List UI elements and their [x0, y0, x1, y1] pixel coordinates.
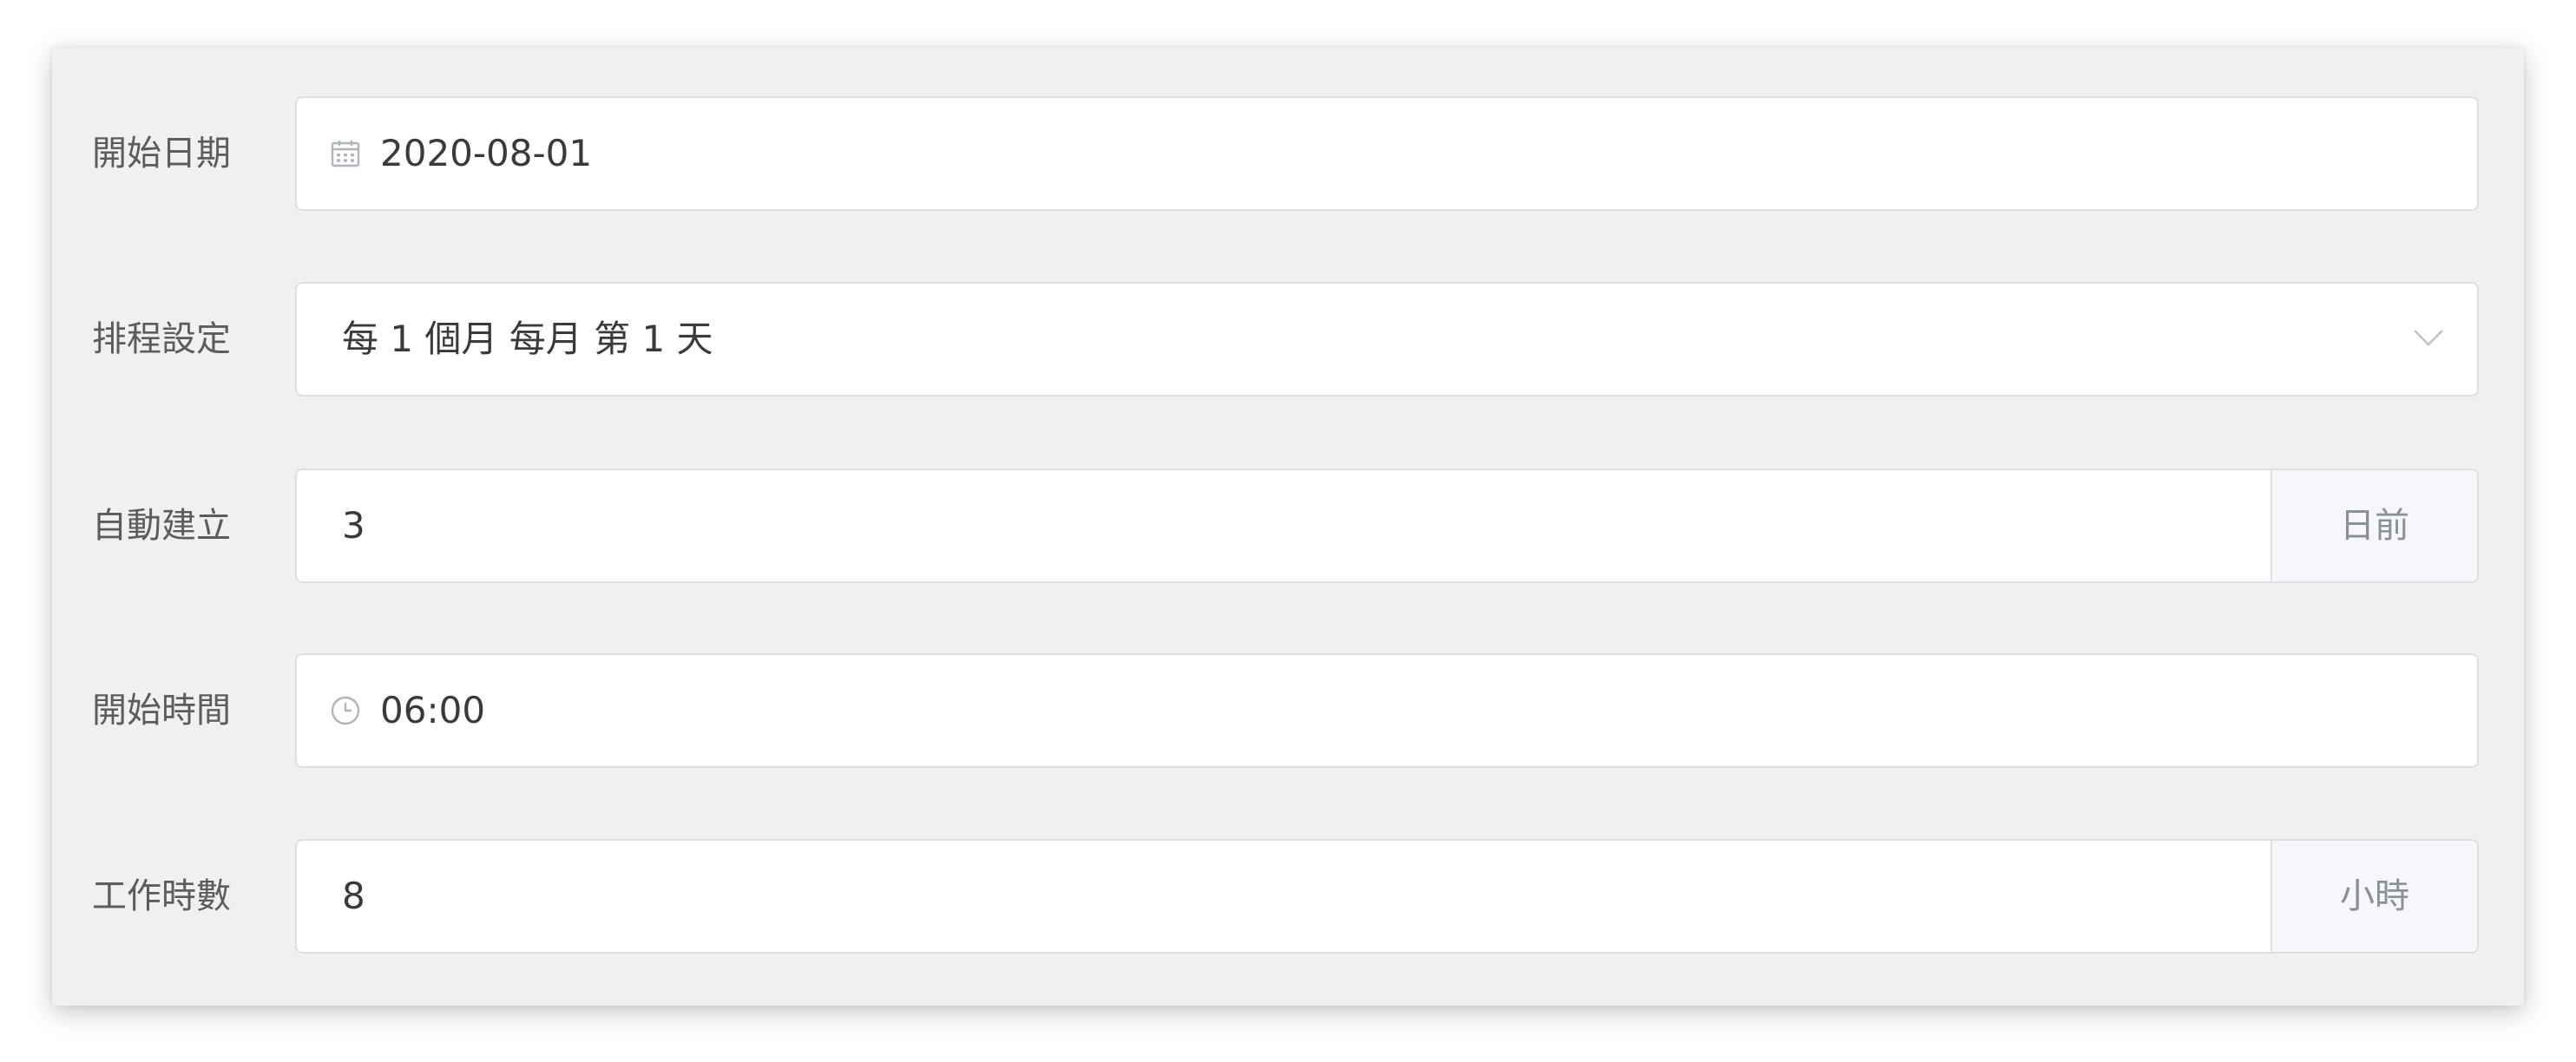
schedule-value: 每 1 個月 每月 第 1 天: [342, 318, 713, 360]
work-hours-unit: 小時: [2270, 841, 2477, 952]
start-time-picker[interactable]: 06:00: [295, 653, 2479, 768]
schedule-form-panel: 開始日期 2020-08-01 排程設定 每 1 個月 每月 第 1 天 自動建…: [52, 48, 2524, 1006]
auto-create-row: 自動建立 3 日前: [52, 469, 2524, 583]
schedule-select[interactable]: 每 1 個月 每月 第 1 天: [295, 282, 2479, 397]
auto-create-input[interactable]: 3 日前: [295, 469, 2479, 583]
schedule-label: 排程設定: [92, 319, 231, 359]
start-date-row: 開始日期 2020-08-01: [52, 96, 2524, 211]
start-time-row: 開始時間 06:00: [52, 653, 2524, 768]
clock-icon: [331, 696, 360, 725]
auto-create-value: 3: [342, 504, 365, 547]
auto-create-unit: 日前: [2270, 470, 2477, 581]
start-date-picker[interactable]: 2020-08-01: [295, 96, 2479, 211]
start-date-label: 開始日期: [92, 134, 231, 174]
calendar-icon: [331, 141, 360, 167]
work-hours-value: 8: [342, 875, 365, 917]
work-hours-label: 工作時數: [92, 876, 231, 916]
work-hours-row: 工作時數 8 小時: [52, 839, 2524, 954]
auto-create-label: 自動建立: [92, 506, 231, 546]
start-time-label: 開始時間: [92, 691, 231, 731]
start-date-value: 2020-08-01: [380, 132, 593, 174]
chevron-down-icon: [2414, 330, 2443, 346]
work-hours-input[interactable]: 8 小時: [295, 839, 2479, 954]
schedule-row: 排程設定 每 1 個月 每月 第 1 天: [52, 282, 2524, 397]
start-time-value: 06:00: [380, 689, 486, 731]
